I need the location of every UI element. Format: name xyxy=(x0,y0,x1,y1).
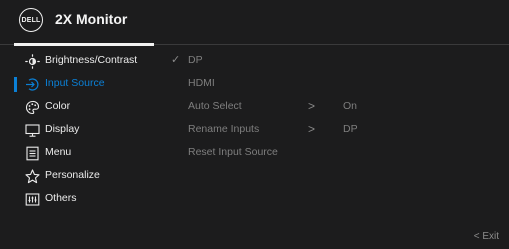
menu-list-icon xyxy=(25,146,40,161)
submenu-item-value: On xyxy=(343,100,358,112)
check-icon: ✓ xyxy=(171,54,181,66)
submenu-item-label: Reset Input Source xyxy=(188,146,278,158)
menu-item-label: Personalize xyxy=(45,169,100,181)
brightness-icon xyxy=(25,54,40,69)
submenu-item-dp[interactable]: ✓ DP xyxy=(170,51,500,72)
menu-item-label: Input Source xyxy=(45,77,105,89)
menu-item-others[interactable]: Others xyxy=(0,189,160,210)
input-source-icon xyxy=(25,77,40,92)
chevron-right-icon: > xyxy=(308,122,316,136)
monitor-title: 2X Monitor xyxy=(55,11,128,27)
dell-logo: DELL xyxy=(19,8,43,32)
submenu-item-value: DP xyxy=(343,123,358,135)
submenu-item-label: DP xyxy=(188,54,203,66)
submenu-item-label: HDMI xyxy=(188,77,215,89)
menu-item-label: Others xyxy=(45,192,77,204)
submenu-item-label: Rename Inputs xyxy=(188,123,260,135)
chevron-right-icon: > xyxy=(308,99,316,113)
menu-item-label: Brightness/Contrast xyxy=(45,54,138,66)
star-icon xyxy=(25,169,40,184)
others-icon xyxy=(25,192,40,207)
submenu-item-label: Auto Select xyxy=(188,100,242,112)
submenu-item-reset-input-source[interactable]: Reset Input Source xyxy=(170,143,500,164)
menu-item-input-source[interactable]: Input Source xyxy=(0,74,160,95)
palette-icon xyxy=(25,100,40,115)
menu-column-indicator xyxy=(14,43,154,46)
menu-item-label: Menu xyxy=(45,146,72,158)
osd-header: DELL 2X Monitor xyxy=(0,0,509,40)
menu-item-display[interactable]: Display xyxy=(0,120,160,141)
active-indicator xyxy=(14,77,17,92)
menu-item-color[interactable]: Color xyxy=(0,97,160,118)
submenu-item-rename-inputs[interactable]: Rename Inputs > DP xyxy=(170,120,500,141)
monitor-osd: DELL 2X Monitor Brightness/Contrast Inpu… xyxy=(0,0,509,249)
menu-item-menu[interactable]: Menu xyxy=(0,143,160,164)
menu-item-personalize[interactable]: Personalize xyxy=(0,166,160,187)
monitor-icon xyxy=(25,123,40,138)
menu-item-label: Color xyxy=(45,100,71,112)
submenu-item-hdmi[interactable]: HDMI xyxy=(170,74,500,95)
menu-item-label: Display xyxy=(45,123,80,135)
submenu-item-auto-select[interactable]: Auto Select > On xyxy=(170,97,500,118)
menu-item-brightness-contrast[interactable]: Brightness/Contrast xyxy=(0,51,160,72)
exit-button[interactable]: < Exit xyxy=(474,231,499,242)
